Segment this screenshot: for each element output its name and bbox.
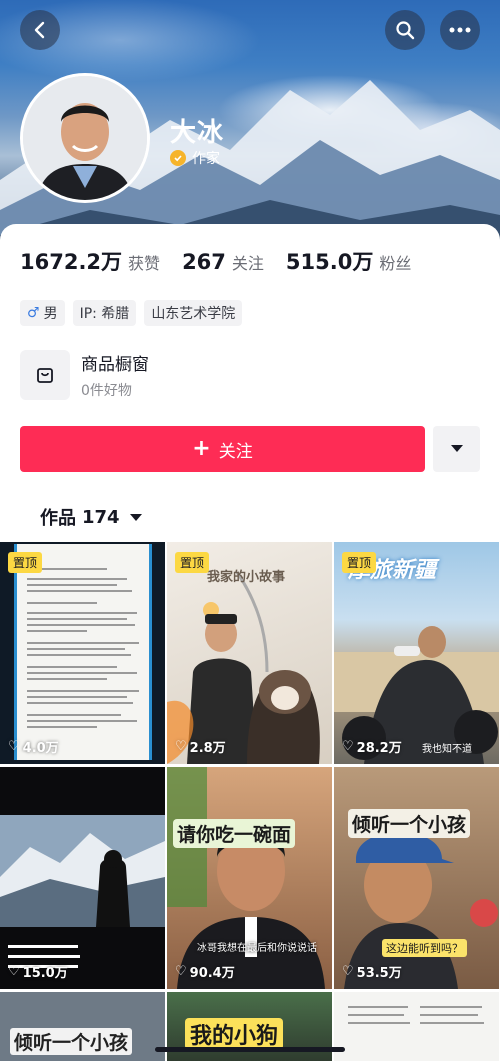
school-tag[interactable]: 山东艺术学院: [144, 300, 243, 326]
video-likes: ♡ 15.0万: [8, 964, 68, 981]
video-likes: ♡ 28.2万: [342, 739, 402, 756]
video-likes: ♡ 2.8万: [175, 739, 226, 756]
video-tile[interactable]: 我家的小故事 置顶 ♡ 2.8万: [167, 542, 332, 764]
shop-title: 商品橱窗: [81, 355, 149, 375]
video-tile[interactable]: 请你吃一碗面 冰哥我想在最后和你说说话 ♡ 90.4万: [167, 767, 332, 989]
video-tile[interactable]: [334, 992, 499, 1061]
pinned-badge: 置顶: [175, 552, 210, 573]
back-button[interactable]: [20, 10, 60, 50]
heart-icon: ♡: [8, 739, 20, 754]
more-button[interactable]: [440, 10, 480, 50]
heart-icon: ♡: [8, 964, 20, 979]
profile-tags: ♂ 男 IP: 希腊 山东艺术学院: [20, 300, 243, 326]
heart-icon: ♡: [175, 964, 187, 979]
likes-label: 获赞: [128, 254, 161, 273]
document-thumbnail: [348, 1006, 484, 1024]
works-count: 174: [82, 506, 120, 528]
plus-icon: +: [192, 436, 211, 461]
heart-icon: ♡: [342, 964, 354, 979]
shop-window[interactable]: 商品橱窗 0件好物: [20, 350, 149, 400]
followers-count[interactable]: 515.0万: [286, 246, 373, 276]
follow-label: 关注: [218, 441, 253, 462]
verification-badge: 作家: [170, 148, 220, 168]
verification-label: 作家: [192, 151, 220, 167]
tab-works[interactable]: 作品 174: [40, 504, 142, 530]
video-subtitle: 这边能听到吗？: [382, 939, 467, 957]
following-count[interactable]: 267: [182, 250, 226, 274]
video-caption: 倾听一个小孩: [10, 1028, 133, 1055]
video-caption: 我家的小故事: [207, 570, 286, 585]
video-tile[interactable]: 置顶 ♡ 4.0万: [0, 542, 165, 764]
video-caption: 我的小狗: [185, 1018, 284, 1050]
video-caption: 请你吃一碗面: [173, 819, 296, 848]
search-button[interactable]: [385, 10, 425, 50]
works-label: 作品: [40, 508, 76, 529]
gender-tag: ♂ 男: [20, 300, 65, 326]
video-likes: ♡ 90.4万: [175, 964, 235, 981]
male-icon: ♂: [27, 305, 40, 321]
search-icon: [396, 21, 415, 40]
chevron-left-icon: [34, 21, 45, 39]
recommend-dropdown-button[interactable]: [433, 426, 480, 472]
document-thumbnail: [14, 544, 152, 760]
pinned-badge: 置顶: [8, 552, 43, 573]
likes-count[interactable]: 1672.2万: [20, 246, 122, 276]
video-tile[interactable]: 摩旅新疆 置顶 ♡ 28.2万 我也知不道: [334, 542, 499, 764]
video-subtitle: 冰哥我想在最后和你说说话: [197, 943, 317, 954]
video-tile[interactable]: 倾听一个小孩 这边能听到吗？ ♡ 53.5万: [334, 767, 499, 989]
more-dots-icon: [449, 27, 471, 33]
ip-location-tag: IP: 希腊: [72, 300, 137, 326]
caret-down-icon: [129, 513, 142, 521]
video-thumbnail: [0, 815, 165, 989]
avatar-portrait: [23, 76, 147, 200]
heart-icon: ♡: [175, 739, 187, 754]
follow-button[interactable]: + 关注: [20, 426, 425, 472]
video-tile[interactable]: 倾听一个小孩: [0, 992, 165, 1061]
shopping-bag-icon: [20, 350, 70, 400]
profile-name: 大冰: [170, 118, 225, 148]
video-tile[interactable]: ♡ 15.0万: [0, 767, 165, 989]
video-thumbnail: [167, 767, 325, 989]
verified-check-icon: [170, 150, 186, 166]
caret-down-icon: [450, 445, 463, 452]
avatar[interactable]: [20, 73, 150, 203]
gender-label: 男: [43, 306, 58, 322]
profile-card: 1672.2万 获赞 267 关注 515.0万 粉丝 ♂ 男 IP: 希腊 山…: [0, 224, 500, 1061]
video-likes: ♡ 53.5万: [342, 964, 402, 981]
pinned-badge: 置顶: [342, 552, 377, 573]
heart-icon: ♡: [342, 739, 354, 754]
video-caption: 倾听一个小孩: [348, 809, 471, 838]
home-indicator[interactable]: [155, 1047, 345, 1052]
video-likes: ♡ 4.0万: [8, 739, 59, 756]
following-label: 关注: [231, 254, 264, 273]
shop-subtitle: 0件好物: [81, 383, 132, 399]
profile-stats: 1672.2万 获赞 267 关注 515.0万 粉丝: [20, 246, 433, 276]
followers-label: 粉丝: [379, 254, 412, 273]
video-meta: 我也知不道: [422, 744, 472, 755]
